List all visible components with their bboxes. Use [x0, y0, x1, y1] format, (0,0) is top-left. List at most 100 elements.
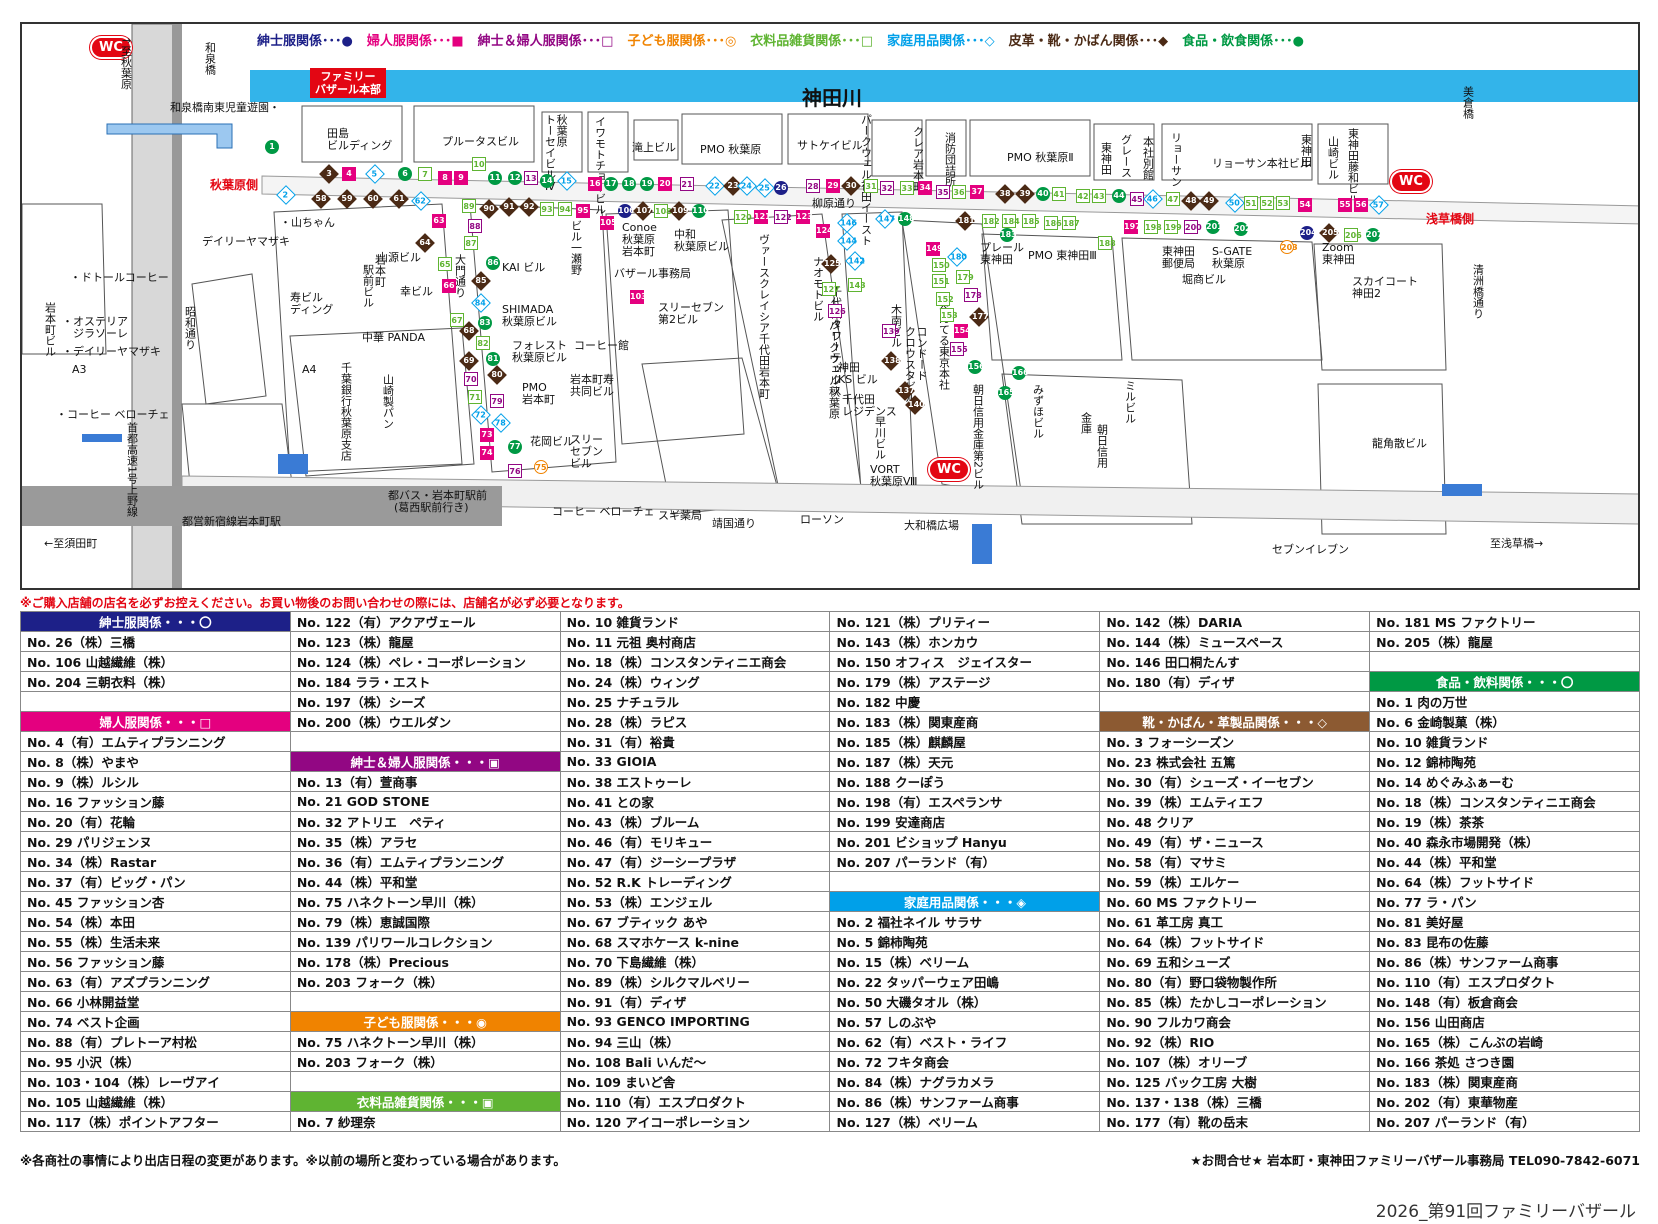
- shop-marker[interactable]: 182: [982, 214, 1000, 228]
- shop-marker[interactable]: 91: [499, 197, 519, 217]
- shop-marker[interactable]: 126: [828, 304, 846, 318]
- shop-marker[interactable]: 108: [654, 204, 672, 218]
- shop-marker[interactable]: 88: [468, 219, 482, 233]
- shop-marker[interactable]: 125: [821, 254, 841, 274]
- shop-marker[interactable]: 179: [956, 270, 974, 284]
- shop-marker[interactable]: 29: [826, 179, 840, 193]
- shop-marker[interactable]: 7: [418, 167, 432, 181]
- shop-marker[interactable]: 124: [816, 224, 833, 238]
- shop-marker[interactable]: 199: [1164, 220, 1182, 234]
- shop-marker[interactable]: 197: [1124, 220, 1141, 234]
- shop-marker[interactable]: 127: [822, 282, 840, 296]
- shop-marker[interactable]: 4: [342, 167, 356, 181]
- shop-marker[interactable]: 205: [1319, 223, 1339, 243]
- shop-marker[interactable]: 18: [622, 177, 636, 191]
- shop-marker[interactable]: 59: [337, 189, 357, 209]
- shop-marker[interactable]: 37: [970, 185, 984, 199]
- shop-marker[interactable]: 53: [1276, 196, 1290, 210]
- shop-marker[interactable]: 1: [265, 140, 279, 154]
- shop-marker[interactable]: 138: [881, 351, 901, 371]
- shop-marker[interactable]: 66: [442, 279, 456, 293]
- shop-marker[interactable]: 58: [311, 189, 331, 209]
- shop-marker[interactable]: 105: [600, 216, 617, 230]
- shop-marker[interactable]: 30: [841, 176, 861, 196]
- shop-marker[interactable]: 206: [1344, 228, 1362, 242]
- shop-marker[interactable]: 64: [415, 233, 435, 253]
- shop-marker[interactable]: 40: [1036, 187, 1050, 201]
- shop-marker[interactable]: 123: [796, 210, 813, 224]
- shop-marker[interactable]: 148: [898, 212, 915, 226]
- shop-marker[interactable]: 43: [1092, 189, 1106, 203]
- shop-marker[interactable]: 140: [905, 395, 925, 415]
- shop-marker[interactable]: 12: [508, 171, 522, 185]
- shop-marker[interactable]: 56: [1354, 198, 1368, 212]
- shop-marker[interactable]: 77: [508, 440, 522, 454]
- shop-marker[interactable]: 81: [486, 352, 500, 366]
- shop-marker[interactable]: 54: [1298, 198, 1312, 212]
- shop-marker[interactable]: 13: [524, 171, 538, 185]
- shop-marker[interactable]: 17: [604, 177, 618, 191]
- shop-marker[interactable]: 31: [864, 179, 878, 193]
- shop-marker[interactable]: 10: [472, 157, 486, 171]
- shop-marker[interactable]: 39: [1015, 184, 1035, 204]
- shop-marker[interactable]: 65: [438, 257, 452, 271]
- shop-marker[interactable]: 71: [468, 390, 482, 404]
- shop-marker[interactable]: 94: [558, 202, 572, 216]
- shop-marker[interactable]: 106: [618, 204, 635, 218]
- shop-marker[interactable]: 103: [630, 290, 647, 304]
- shop-marker[interactable]: 8: [438, 171, 452, 185]
- shop-marker[interactable]: 107: [633, 201, 653, 221]
- shop-marker[interactable]: 47: [1166, 192, 1180, 206]
- shop-marker[interactable]: 87: [464, 236, 478, 250]
- shop-marker[interactable]: 73: [480, 428, 494, 442]
- shop-marker[interactable]: 165: [998, 386, 1015, 400]
- shop-marker[interactable]: 110: [692, 204, 709, 218]
- shop-marker[interactable]: 6: [398, 167, 412, 181]
- shop-marker[interactable]: 55: [1338, 198, 1352, 212]
- shop-marker[interactable]: 181: [955, 211, 975, 231]
- shop-marker[interactable]: 121: [754, 210, 771, 224]
- shop-marker[interactable]: 151: [932, 274, 950, 288]
- shop-marker[interactable]: 48: [1181, 191, 1201, 211]
- shop-marker[interactable]: 21: [680, 177, 694, 191]
- shop-marker[interactable]: 34: [918, 181, 932, 195]
- shop-marker[interactable]: 75: [534, 460, 548, 474]
- shop-marker[interactable]: 198: [1144, 220, 1162, 234]
- shop-marker[interactable]: 3: [319, 164, 339, 184]
- shop-marker[interactable]: 89: [462, 199, 476, 213]
- shop-marker[interactable]: 203: [1280, 240, 1298, 254]
- shop-marker[interactable]: 83: [478, 316, 492, 330]
- shop-marker[interactable]: 11: [488, 171, 502, 185]
- shop-marker[interactable]: 16: [588, 177, 602, 191]
- shop-marker[interactable]: 45: [1130, 192, 1144, 206]
- shop-marker[interactable]: 90: [479, 199, 499, 219]
- shop-marker[interactable]: 60: [363, 189, 383, 209]
- shop-marker[interactable]: 14: [540, 174, 554, 188]
- shop-marker[interactable]: 51: [1244, 196, 1258, 210]
- shop-marker[interactable]: 187: [1062, 216, 1080, 230]
- shop-marker[interactable]: 186: [1044, 216, 1062, 230]
- shop-marker[interactable]: 93: [540, 202, 554, 216]
- shop-marker[interactable]: 150: [932, 258, 950, 272]
- shop-marker[interactable]: 156: [968, 360, 985, 374]
- shop-marker[interactable]: 28: [806, 179, 820, 193]
- shop-marker[interactable]: 35: [936, 185, 950, 199]
- shop-marker[interactable]: 152: [936, 292, 954, 306]
- shop-marker[interactable]: 61: [389, 189, 409, 209]
- shop-marker[interactable]: 69: [459, 351, 479, 371]
- shop-marker[interactable]: 153: [940, 308, 958, 322]
- shop-marker[interactable]: 63: [432, 214, 446, 228]
- shop-marker[interactable]: 42: [1076, 189, 1090, 203]
- shop-marker[interactable]: 36: [952, 185, 966, 199]
- shop-marker[interactable]: 120: [734, 210, 752, 224]
- shop-marker[interactable]: 155: [950, 342, 968, 356]
- shop-marker[interactable]: 85: [471, 271, 491, 291]
- shop-marker[interactable]: 41: [1052, 187, 1066, 201]
- shop-marker[interactable]: 177: [969, 307, 989, 327]
- shop-marker[interactable]: 52: [1260, 196, 1274, 210]
- shop-marker[interactable]: 122: [774, 210, 792, 224]
- shop-marker[interactable]: 82: [476, 336, 490, 350]
- shop-marker[interactable]: 33: [900, 181, 914, 195]
- shop-marker[interactable]: 38: [995, 184, 1015, 204]
- shop-marker[interactable]: 76: [508, 464, 522, 478]
